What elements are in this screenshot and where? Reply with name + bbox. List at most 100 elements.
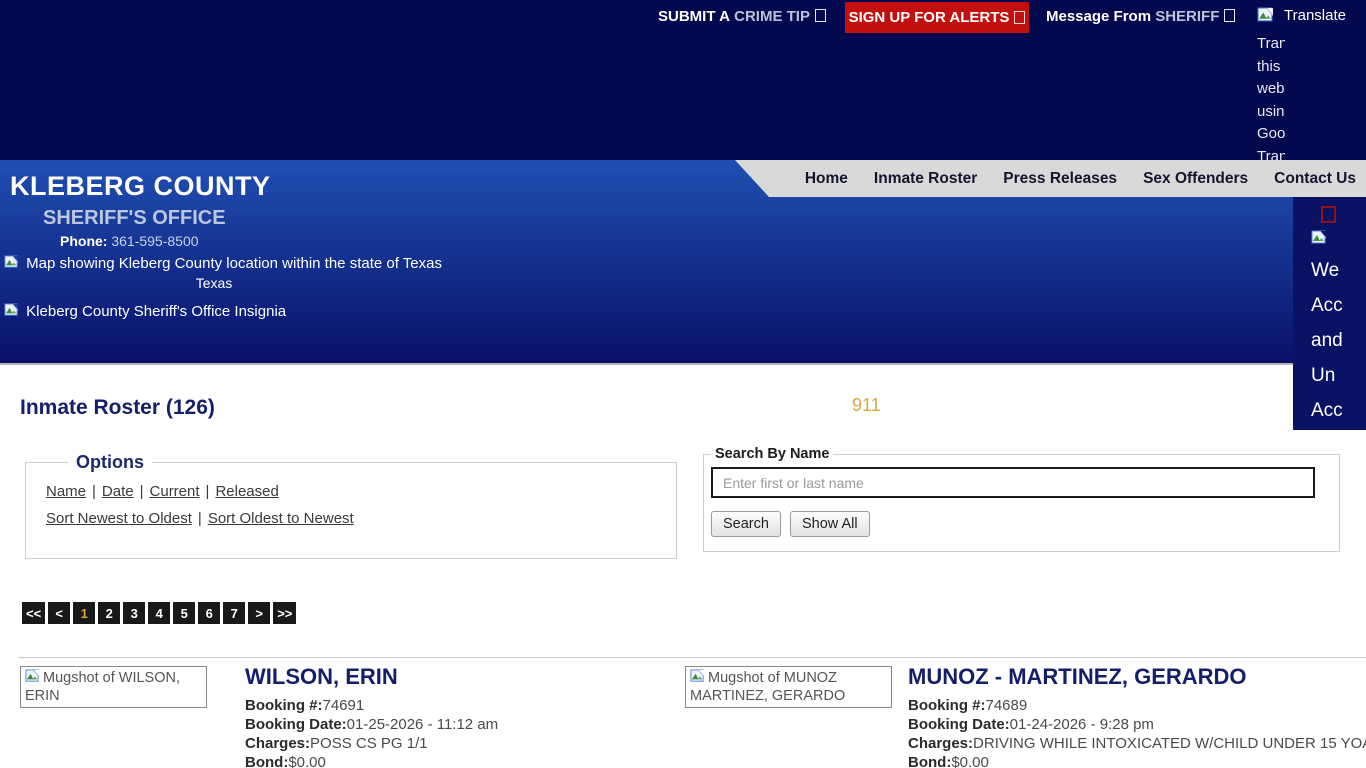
message-from-sheriff-link[interactable]: Message From SHERIFF	[1046, 8, 1236, 25]
pagination-prev[interactable]: <	[48, 602, 71, 624]
broken-image-icon	[4, 303, 19, 316]
emergency-number-text: 911	[852, 395, 881, 415]
booking-number-value: 74691	[322, 697, 365, 714]
translate-label: Translate	[1284, 7, 1346, 24]
search-legend: Search By Name	[715, 446, 830, 462]
sign-up-alerts-button[interactable]: SIGN UP FOR ALERTS	[845, 2, 1029, 33]
phone-line: Phone: 361-595-8500	[60, 233, 199, 249]
county-map-alt-text: Map showing Kleberg County location with…	[26, 255, 442, 272]
translate-button[interactable]: Translate	[1257, 7, 1346, 24]
booking-number-label: Booking #:	[908, 697, 986, 714]
nav-item-press-releases[interactable]: Press Releases	[1003, 170, 1117, 188]
pagination-page-1[interactable]: 1	[73, 602, 96, 624]
nav-item-inmate-roster[interactable]: Inmate Roster	[874, 170, 977, 188]
bond-line: Bond:$0.00	[245, 753, 498, 768]
county-map-broken-image: Map showing Kleberg County location with…	[4, 255, 442, 272]
filter-link-released[interactable]: Released	[200, 483, 278, 500]
filter-link-current[interactable]: Current	[134, 483, 200, 500]
nav-item-contact-us[interactable]: Contact Us	[1274, 170, 1356, 188]
pagination-page-4[interactable]: 4	[148, 602, 171, 624]
insignia-alt-text: Kleberg County Sheriff's Office Insignia	[26, 303, 287, 320]
search-panel: Search By Name Search Show All	[703, 446, 1340, 552]
pagination-next[interactable]: >	[248, 602, 271, 624]
sort-link-newest[interactable]: Sort Newest to Oldest	[46, 510, 192, 527]
booking-number-line: Booking #:74691	[245, 696, 498, 715]
top-utility-bar: SUBMIT A CRIME TIP SIGN UP FOR ALERTS Me…	[0, 0, 1366, 165]
charges-value: POSS CS PG 1/1	[310, 735, 428, 752]
broken-image-icon	[1311, 230, 1327, 244]
inmate-name-link[interactable]: MUNOZ - MARTINEZ, GERARDO	[908, 664, 1366, 690]
sidebar-line: Acc	[1311, 295, 1343, 316]
charges-value: DRIVING WHILE INTOXICATED W/CHILD UNDER …	[973, 735, 1366, 752]
sidebar-line: Un	[1311, 365, 1336, 386]
translate-overflow-text: Translate this website using Google Tran…	[1257, 33, 1285, 168]
bond-label: Bond:	[908, 754, 952, 768]
message-from-label-secondary: SHERIFF	[1155, 8, 1220, 25]
phone-label: Phone:	[60, 233, 108, 249]
search-input[interactable]	[711, 467, 1315, 498]
charges-label: Charges:	[908, 735, 974, 752]
filter-links-row: NameDateCurrentReleased	[46, 483, 676, 500]
pagination-page-6[interactable]: 6	[198, 602, 221, 624]
search-buttons-row: Search Show All	[711, 511, 1339, 537]
pagination-page-2[interactable]: 2	[98, 602, 121, 624]
filter-link-date[interactable]: Date	[86, 483, 134, 500]
broken-image-icon	[1257, 7, 1274, 22]
translate-line: Google	[1257, 125, 1285, 142]
booking-date-value: 01-24-2026 - 9:28 pm	[1009, 716, 1154, 733]
submit-crime-tip-link[interactable]: SUBMIT A CRIME TIP	[658, 8, 826, 25]
pagination-last[interactable]: >>	[273, 602, 297, 624]
broken-image-icon	[4, 255, 19, 268]
search-button[interactable]: Search	[711, 511, 781, 537]
sort-link-oldest[interactable]: Sort Oldest to Newest	[192, 510, 354, 527]
options-panel: Options NameDateCurrentReleased Sort New…	[25, 452, 677, 559]
filter-link-name[interactable]: Name	[46, 483, 86, 500]
bond-value: $0.00	[288, 754, 326, 768]
page-title: Inmate Roster (126)	[20, 396, 215, 419]
mugshot-broken-image[interactable]: Mugshot of MUNOZ MARTINEZ, GERARDO	[685, 666, 892, 708]
sidebar-line: We	[1311, 260, 1340, 281]
sort-links-row: Sort Newest to OldestSort Oldest to Newe…	[46, 510, 676, 527]
charges-line: Charges:POSS CS PG 1/1	[245, 734, 498, 753]
nav-item-home[interactable]: Home	[805, 170, 848, 188]
inmate-record: WILSON, ERIN Booking #:74691 Booking Dat…	[245, 664, 498, 768]
bond-label: Bond:	[245, 754, 289, 768]
page: SUBMIT A CRIME TIP SIGN UP FOR ALERTS Me…	[0, 0, 1366, 768]
submit-crime-tip-label-primary: SUBMIT A	[658, 8, 730, 25]
booking-date-value: 01-25-2026 - 11:12 am	[346, 716, 499, 733]
broken-image-icon	[690, 669, 705, 682]
inmate-name-link[interactable]: WILSON, ERIN	[245, 664, 498, 690]
translate-line: this	[1257, 57, 1281, 75]
translate-line: using	[1257, 102, 1285, 120]
pagination-page-7[interactable]: 7	[223, 602, 246, 624]
bond-line: Bond:$0.00	[908, 753, 1366, 768]
booking-date-line: Booking Date:01-24-2026 - 9:28 pm	[908, 715, 1366, 734]
message-from-label-primary: Message From	[1046, 8, 1152, 25]
broken-image-icon	[25, 669, 40, 682]
pagination-first[interactable]: <<	[22, 602, 46, 624]
options-legend: Options	[76, 452, 144, 472]
booking-number-label: Booking #:	[245, 697, 323, 714]
pagination: << < 1 2 3 4 5 6 7 > >>	[22, 602, 297, 624]
booking-number-line: Booking #:74689	[908, 696, 1366, 715]
sidebar-clipped-text: We Acc and Un Acc	[1293, 253, 1366, 428]
charges-line: Charges:DRIVING WHILE INTOXICATED W/CHIL…	[908, 734, 1366, 753]
nav-item-sex-offenders[interactable]: Sex Offenders	[1143, 170, 1248, 188]
inmate-record: MUNOZ - MARTINEZ, GERARDO Booking #:7468…	[908, 664, 1366, 768]
booking-number-value: 74689	[985, 697, 1028, 714]
main-navigation: Home Inmate Roster Press Releases Sex Of…	[735, 160, 1366, 197]
translate-line: Translate	[1257, 35, 1285, 52]
mugshot-broken-image[interactable]: Mugshot of WILSON, ERIN	[20, 666, 207, 708]
booking-date-line: Booking Date:01-25-2026 - 11:12 am	[245, 715, 498, 734]
bond-value: $0.00	[951, 754, 989, 768]
booking-date-label: Booking Date:	[245, 716, 347, 733]
show-all-button[interactable]: Show All	[789, 511, 870, 537]
sidebar-line: and	[1311, 330, 1343, 351]
pagination-page-5[interactable]: 5	[173, 602, 196, 624]
county-title: KLEBERG COUNTY	[10, 171, 271, 201]
roster-divider	[18, 657, 1366, 658]
mugshot-alt-text: Mugshot of MUNOZ MARTINEZ, GERARDO	[690, 670, 846, 704]
missing-glyph-icon	[1321, 206, 1336, 223]
pagination-page-3[interactable]: 3	[123, 602, 146, 624]
charges-label: Charges:	[245, 735, 311, 752]
